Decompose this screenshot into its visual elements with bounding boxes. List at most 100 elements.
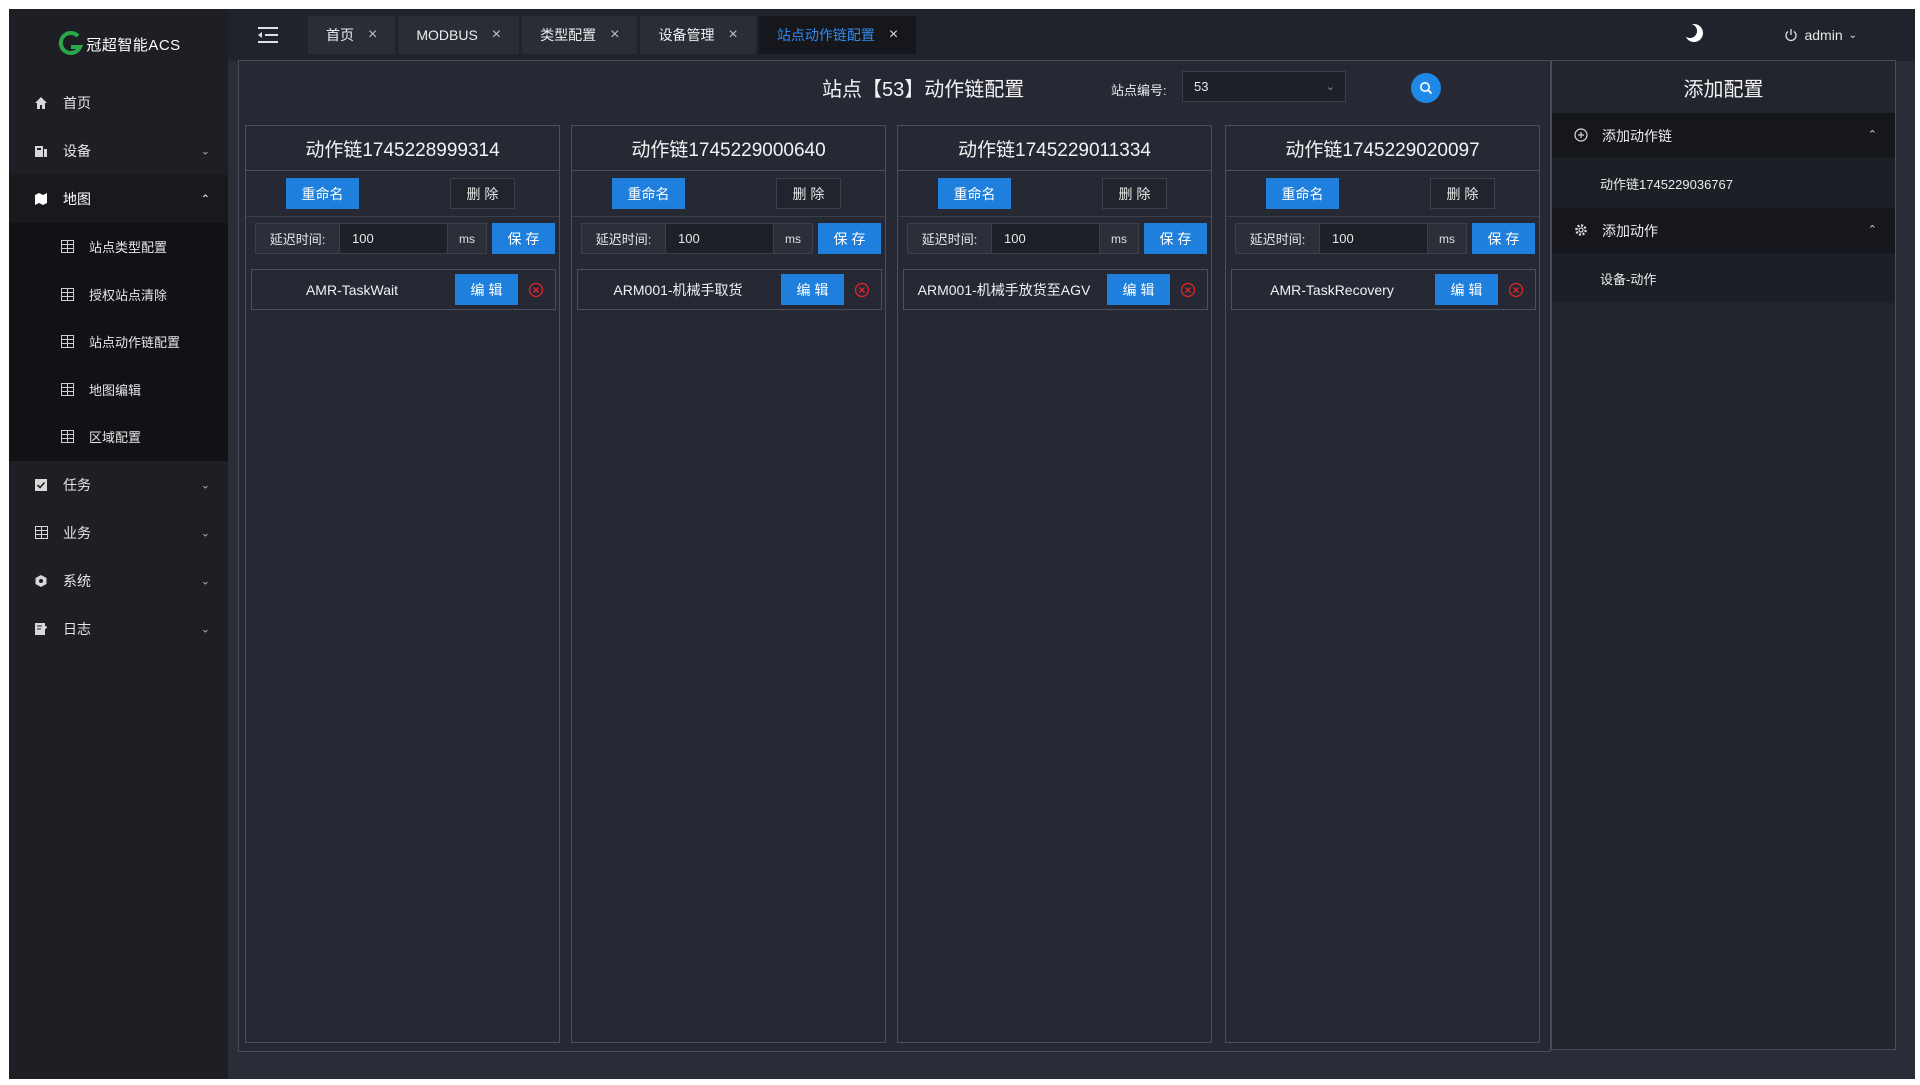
theme-toggle-icon[interactable] bbox=[1683, 22, 1705, 44]
table-icon bbox=[59, 239, 75, 255]
add-chain-section-header[interactable]: 添加动作链 ⌃ bbox=[1552, 113, 1895, 158]
rename-button[interactable]: 重命名 bbox=[286, 178, 359, 209]
business-icon bbox=[33, 525, 49, 541]
sidebar-item-system[interactable]: 系统 ⌄ bbox=[9, 557, 228, 605]
submenu-label: 地图编辑 bbox=[89, 382, 142, 398]
sidebar-item-station-type[interactable]: 站点类型配置 bbox=[9, 223, 228, 271]
rename-button[interactable]: 重命名 bbox=[938, 178, 1011, 209]
sidebar-item-label: 日志 bbox=[63, 620, 91, 637]
delay-row: 延迟时间: 100 ms 保 存 bbox=[1226, 217, 1539, 263]
delay-label: 延迟时间: bbox=[908, 224, 992, 253]
sidebar-item-task[interactable]: 任务 ⌄ bbox=[9, 461, 228, 509]
close-icon[interactable]: × bbox=[610, 26, 619, 44]
chevron-down-icon: ⌄ bbox=[1325, 81, 1335, 93]
save-button[interactable]: 保 存 bbox=[1472, 223, 1535, 254]
sidebar-item-log[interactable]: 日志 ⌄ bbox=[9, 605, 228, 653]
rename-button[interactable]: 重命名 bbox=[612, 178, 685, 209]
delete-button[interactable]: 删 除 bbox=[1102, 178, 1167, 209]
gear-icon bbox=[1574, 223, 1590, 239]
add-config-panel: 添加配置 添加动作链 ⌃ 动作链1745229036767 添加动作 ⌃ 设备-… bbox=[1551, 60, 1896, 1050]
sidebar-item-auth-clear[interactable]: 授权站点清除 bbox=[9, 271, 228, 319]
menu-toggle-icon[interactable] bbox=[228, 9, 308, 61]
chain-actions: 重命名 删 除 bbox=[572, 171, 885, 217]
sidebar-item-area-config[interactable]: 区域配置 bbox=[9, 413, 228, 461]
delay-input-group: 延迟时间: 100 ms bbox=[907, 223, 1139, 254]
edit-button[interactable]: 编 辑 bbox=[1435, 274, 1498, 305]
delay-input[interactable]: 100 bbox=[666, 224, 773, 253]
close-icon[interactable]: × bbox=[368, 26, 377, 44]
close-icon[interactable]: × bbox=[728, 26, 737, 44]
sidebar-item-home[interactable]: 首页 bbox=[9, 79, 228, 127]
save-button[interactable]: 保 存 bbox=[1144, 223, 1207, 254]
action-item[interactable]: ARM001-机械手放货至AGV 编 辑 bbox=[903, 269, 1208, 310]
remove-circle-icon[interactable] bbox=[854, 282, 870, 298]
username: admin bbox=[1804, 27, 1843, 43]
close-icon[interactable]: × bbox=[492, 26, 501, 44]
delay-input[interactable]: 100 bbox=[340, 224, 447, 253]
remove-circle-icon[interactable] bbox=[528, 282, 544, 298]
add-action-section-header[interactable]: 添加动作 ⌃ bbox=[1552, 208, 1895, 253]
delay-unit: ms bbox=[1427, 224, 1466, 253]
logo: 冠超智能ACS bbox=[9, 9, 228, 79]
edit-button[interactable]: 编 辑 bbox=[1107, 274, 1170, 305]
sidebar-item-action-chain[interactable]: 站点动作链配置 bbox=[9, 318, 228, 366]
table-icon bbox=[59, 381, 75, 397]
search-icon bbox=[1420, 82, 1433, 95]
delay-input-group: 延迟时间: 100 ms bbox=[255, 223, 487, 254]
tab-label: 类型配置 bbox=[540, 27, 597, 43]
user-menu[interactable]: admin ⌄ bbox=[1784, 9, 1857, 61]
chain-column: 动作链1745228999314 重命名 删 除 延迟时间: 100 ms 保 … bbox=[245, 125, 560, 1043]
delay-row: 延迟时间: 100 ms 保 存 bbox=[572, 217, 885, 263]
chain-column: 动作链1745229000640 重命名 删 除 延迟时间: 100 ms 保 … bbox=[571, 125, 886, 1043]
plus-circle-icon bbox=[1574, 127, 1590, 144]
tab-home[interactable]: 首页 × bbox=[308, 16, 396, 54]
tab-strip: 首页 × MODBUS × 类型配置 × 设备管理 × 站点动作链配置 × bbox=[308, 16, 917, 54]
delay-input-group: 延迟时间: 100 ms bbox=[581, 223, 813, 254]
draggable-chain-item[interactable]: 动作链1745229036767 bbox=[1552, 158, 1895, 208]
power-icon bbox=[1785, 29, 1798, 42]
search-button[interactable] bbox=[1411, 73, 1441, 103]
delete-button[interactable]: 删 除 bbox=[1430, 178, 1495, 209]
sidebar-item-label: 设备 bbox=[63, 143, 91, 159]
delay-input-group: 延迟时间: 100 ms bbox=[1235, 223, 1467, 254]
action-item[interactable]: ARM001-机械手取货 编 辑 bbox=[577, 269, 882, 310]
draggable-action-item[interactable]: 设备-动作 bbox=[1552, 253, 1895, 303]
sidebar-item-label: 系统 bbox=[63, 572, 91, 589]
sidebar-item-business[interactable]: 业务 ⌄ bbox=[9, 509, 228, 557]
tab-modbus[interactable]: MODBUS × bbox=[398, 16, 520, 54]
save-button[interactable]: 保 存 bbox=[818, 223, 881, 254]
sidebar-item-device[interactable]: 设备 ⌄ bbox=[9, 127, 228, 175]
action-item[interactable]: AMR-TaskWait 编 辑 bbox=[251, 269, 556, 310]
save-button[interactable]: 保 存 bbox=[492, 223, 555, 254]
remove-circle-icon[interactable] bbox=[1180, 282, 1196, 298]
remove-circle-icon[interactable] bbox=[1508, 282, 1524, 298]
chain-title: 动作链1745229020097 bbox=[1226, 126, 1539, 171]
tab-type-config[interactable]: 类型配置 × bbox=[522, 16, 638, 54]
sidebar-item-map-edit[interactable]: 地图编辑 bbox=[9, 366, 228, 414]
tab-action-chain-config[interactable]: 站点动作链配置 × bbox=[758, 16, 917, 54]
action-name: ARM001-机械手放货至AGV bbox=[917, 281, 1091, 298]
map-submenu: 站点类型配置 授权站点清除 站点动作链配置 地图编辑 区域配置 bbox=[9, 223, 228, 461]
rename-button[interactable]: 重命名 bbox=[1266, 178, 1339, 209]
delay-input[interactable]: 100 bbox=[992, 224, 1099, 253]
sidebar-item-label: 地图 bbox=[63, 191, 91, 207]
tab-device-management[interactable]: 设备管理 × bbox=[640, 16, 756, 54]
station-select[interactable]: 53 ⌄ bbox=[1182, 71, 1346, 102]
delay-row: 延迟时间: 100 ms 保 存 bbox=[898, 217, 1211, 263]
submenu-label: 站点类型配置 bbox=[89, 240, 168, 256]
logo-mark-icon bbox=[59, 30, 84, 55]
table-icon bbox=[59, 334, 75, 350]
close-icon[interactable]: × bbox=[889, 26, 898, 44]
delete-button[interactable]: 删 除 bbox=[450, 178, 515, 209]
sidebar-item-map[interactable]: 地图 ⌃ bbox=[9, 175, 228, 223]
chevron-down-icon: ⌄ bbox=[200, 527, 210, 539]
edit-button[interactable]: 编 辑 bbox=[455, 274, 518, 305]
delay-unit: ms bbox=[773, 224, 812, 253]
delay-input[interactable]: 100 bbox=[1320, 224, 1427, 253]
edit-button[interactable]: 编 辑 bbox=[781, 274, 844, 305]
delay-label: 延迟时间: bbox=[256, 224, 340, 253]
action-item[interactable]: AMR-TaskRecovery 编 辑 bbox=[1231, 269, 1536, 310]
action-name: AMR-TaskRecovery bbox=[1270, 281, 1394, 298]
delete-button[interactable]: 删 除 bbox=[776, 178, 841, 209]
table-icon bbox=[59, 286, 75, 302]
